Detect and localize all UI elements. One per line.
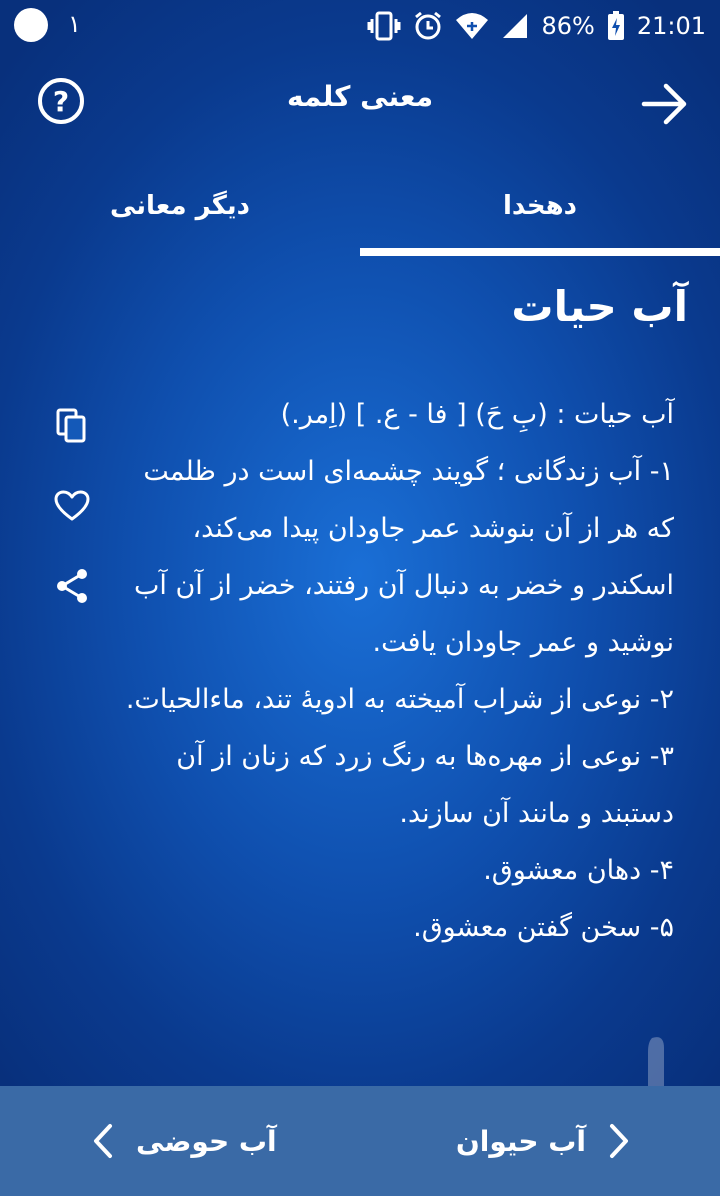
previous-word-button[interactable]: آب حیوان	[456, 1086, 630, 1196]
chevron-right-icon	[610, 1124, 628, 1158]
vibrate-icon	[367, 11, 401, 41]
meaning-1: ۱- آب زندگانی ؛ گویند چشمه‌ای است در ظلم…	[133, 456, 674, 658]
status-icons: 86% 21:01	[367, 6, 706, 46]
alarm-icon	[415, 11, 442, 40]
page-title: معنی کلمه	[286, 80, 434, 113]
share-button[interactable]	[50, 564, 94, 608]
share-icon	[57, 569, 87, 603]
tab-bar: دهخدا دیگر معانی	[0, 160, 720, 256]
meaning-5: ۵- سخن گفتن معشوق.	[413, 912, 674, 943]
heart-icon	[54, 490, 90, 521]
bottom-nav-bar: آب حوضی آب حیوان	[0, 1086, 720, 1196]
copy-icon	[56, 408, 86, 443]
side-actions	[50, 404, 94, 644]
signal-icon	[503, 14, 528, 38]
next-word-label: آب حوضی	[136, 1124, 277, 1158]
back-arrow-icon[interactable]	[640, 82, 690, 126]
meaning-2: ۲- نوعی از شراب آمیخته به ادویهٔ تند، ما…	[125, 684, 674, 715]
clock: 21:01	[636, 12, 706, 40]
notification-dot-icon	[14, 8, 48, 42]
favorite-button[interactable]	[50, 484, 94, 528]
pronunciation-line: آب حیات : (بِ حَ) [ فا - ع. ] (اِمر.)	[280, 399, 674, 430]
previous-word-label: آب حیوان	[455, 1124, 586, 1158]
chevron-left-icon	[94, 1124, 112, 1158]
tab-indicator	[360, 248, 720, 256]
battery-charging-icon	[607, 11, 624, 40]
next-word-button[interactable]: آب حوضی	[92, 1086, 277, 1196]
status-bar: ۱ 86% 21:01	[0, 0, 720, 52]
word-title: آب حیات	[511, 282, 688, 331]
meaning-3: ۳- نوعی از مهره‌ها به رنگ زرد که زنان از…	[176, 741, 674, 829]
battery-percent: 86%	[541, 12, 595, 40]
tab-other-meanings[interactable]: دیگر معانی	[0, 160, 360, 256]
tab-dehkhoda[interactable]: دهخدا	[360, 160, 720, 256]
wifi-icon	[456, 13, 489, 39]
meaning-4: ۴- دهان معشوق.	[483, 855, 674, 886]
copy-button[interactable]	[50, 404, 94, 448]
meaning-text: آب حیات : (بِ حَ) [ فا - ع. ] (اِمر.) ۱-…	[124, 386, 674, 956]
notification-count: ۱	[68, 10, 81, 38]
app-bar: ? معنی کلمه	[0, 52, 720, 160]
